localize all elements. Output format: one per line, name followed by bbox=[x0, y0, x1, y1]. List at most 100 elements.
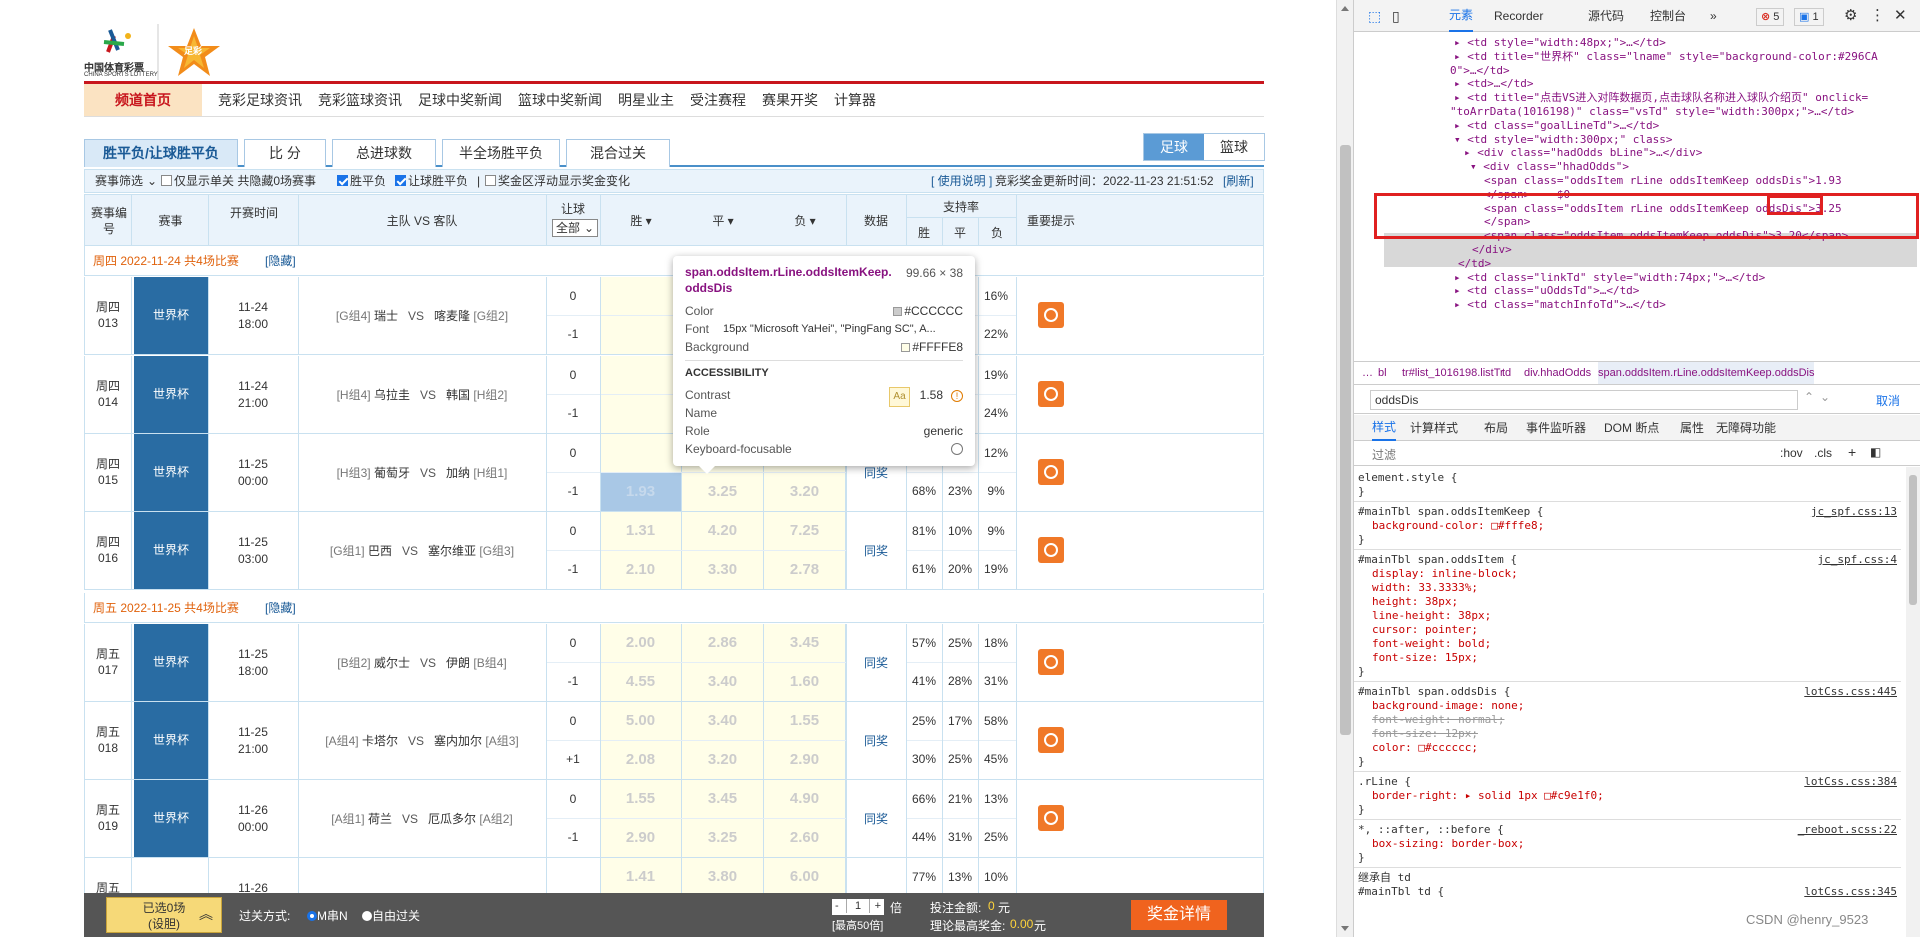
vs-label[interactable]: VS bbox=[402, 812, 418, 826]
css-rule-line[interactable]: background-image: none; bbox=[1372, 699, 1524, 713]
tab-elements[interactable]: 元素 bbox=[1449, 0, 1474, 32]
tip-icon[interactable] bbox=[1038, 805, 1064, 831]
cls-toggle[interactable]: .cls bbox=[1814, 446, 1832, 460]
css-source-link[interactable]: lotCss.css:384 bbox=[1804, 775, 1897, 789]
home-team[interactable]: 荷兰 bbox=[368, 812, 392, 826]
vs-label[interactable]: VS bbox=[420, 656, 436, 670]
rqspf-checkbox[interactable] bbox=[395, 175, 406, 186]
home-team[interactable]: 巴西 bbox=[368, 544, 392, 558]
nav-item[interactable]: 赛果开奖 bbox=[762, 84, 818, 116]
refresh-link[interactable]: [刷新] bbox=[1223, 170, 1254, 192]
teams[interactable]: [B组2] 威尔士 VS 伊朗 [B组4] bbox=[298, 654, 546, 671]
vs-label[interactable]: VS bbox=[402, 544, 418, 558]
away-team[interactable]: 加纳 bbox=[446, 466, 470, 480]
odds-cell[interactable] bbox=[600, 434, 682, 472]
float-option[interactable]: 奖金区浮动显示奖金变化 bbox=[485, 170, 630, 192]
sport-football-button[interactable]: 足球 bbox=[1144, 134, 1204, 160]
css-rule-line[interactable]: border-right: ▸ solid 1px □#c9e1f0; bbox=[1372, 789, 1604, 803]
css-rule-line[interactable]: display: inline-block; bbox=[1372, 567, 1518, 581]
vs-label[interactable]: VS bbox=[420, 388, 436, 402]
styles-subtab[interactable]: 计算样式 bbox=[1410, 415, 1458, 441]
teams[interactable]: [A组1] 荷兰 VS 厄瓜多尔 [A组2] bbox=[298, 810, 546, 827]
away-team[interactable]: 韩国 bbox=[446, 388, 470, 402]
multiple-input[interactable]: 1 bbox=[846, 899, 870, 913]
css-rule-line[interactable]: } bbox=[1358, 755, 1365, 769]
odds-cell[interactable]: 2.10 bbox=[600, 551, 682, 589]
tab-total-goals[interactable]: 总进球数 bbox=[332, 139, 436, 167]
odds-cell[interactable]: 3.40 bbox=[682, 702, 764, 740]
css-rule-line[interactable]: element.style { bbox=[1358, 471, 1457, 485]
handicap-select[interactable]: 全部 ⌄ bbox=[552, 219, 598, 237]
odds-cell[interactable]: 2.00 bbox=[600, 624, 682, 662]
odds-cell[interactable]: 4.55 bbox=[600, 663, 682, 701]
home-team[interactable]: 卡塔尔 bbox=[362, 734, 398, 748]
minus-button[interactable]: - bbox=[835, 899, 839, 913]
breadcrumb-item[interactable]: tr#list_1016198.listTr bbox=[1402, 362, 1504, 384]
data-link[interactable]: 同奖 bbox=[846, 464, 906, 481]
tab-half-full[interactable]: 半全场胜平负 bbox=[442, 139, 560, 167]
tab-console[interactable]: 控制台 bbox=[1650, 0, 1686, 32]
scroll-up-icon[interactable] bbox=[1341, 6, 1349, 11]
breadcrumb-item[interactable]: span.oddsItem.rLine.oddsItemKeep.oddsDis bbox=[1598, 362, 1815, 384]
odds-cell[interactable]: 3.30 bbox=[682, 551, 764, 589]
league-cell[interactable]: 世界杯 bbox=[134, 624, 208, 701]
filter-toggle-icon[interactable]: ⌄ bbox=[147, 170, 157, 192]
tip-icon[interactable] bbox=[1038, 302, 1064, 328]
odds-cell[interactable]: 1.31 bbox=[600, 512, 682, 550]
odds-cell[interactable]: 3.40 bbox=[682, 663, 764, 701]
css-rule-line[interactable]: box-sizing: border-box; bbox=[1372, 837, 1524, 851]
css-rule-line[interactable]: 继承自 td bbox=[1358, 871, 1411, 885]
css-rule-line[interactable]: .rLine { bbox=[1358, 775, 1411, 789]
styles-subtab[interactable]: 布局 bbox=[1484, 415, 1508, 441]
nav-item[interactable]: 竞彩篮球资讯 bbox=[318, 84, 402, 116]
free-option[interactable]: 自由过关 bbox=[362, 907, 420, 924]
odds-cell[interactable]: 3.45 bbox=[764, 624, 846, 662]
odds-cell[interactable]: 3.20 bbox=[682, 741, 764, 779]
tip-icon[interactable] bbox=[1038, 649, 1064, 675]
filter-input[interactable]: 过滤 bbox=[1372, 446, 1396, 463]
nav-item[interactable]: 竞彩足球资讯 bbox=[218, 84, 302, 116]
css-rule-line[interactable]: cursor: pointer; bbox=[1372, 623, 1478, 637]
styles-subtab[interactable]: 样式 bbox=[1372, 415, 1397, 441]
away-team[interactable]: 塞尔维亚 bbox=[428, 544, 476, 558]
search-input[interactable]: oddsDis bbox=[1370, 390, 1798, 410]
odds-cell[interactable]: 3.20 bbox=[764, 473, 846, 511]
css-rule-line[interactable]: #mainTbl span.oddsItem { bbox=[1358, 553, 1517, 567]
help-link[interactable]: [ 使用说明 ] bbox=[931, 170, 992, 192]
plus-button[interactable]: + bbox=[875, 899, 881, 913]
dom-line[interactable]: ▸ <td title="世界杯" class="lname" style="b… bbox=[1454, 49, 1878, 66]
css-rule-line[interactable]: #mainTbl td { bbox=[1358, 885, 1444, 899]
gear-icon[interactable]: ⚙ bbox=[1844, 0, 1857, 32]
league-cell[interactable]: 世界杯 bbox=[134, 702, 208, 779]
css-rule-line[interactable]: } bbox=[1358, 803, 1365, 817]
odds-cell[interactable]: 3.80 bbox=[682, 858, 764, 896]
search-up-icon[interactable]: ⌃ bbox=[1804, 390, 1814, 404]
home-team[interactable]: 威尔士 bbox=[374, 656, 410, 670]
logo[interactable]: 中国体育彩票 CHINA SPORTS LOTTERY 足彩 bbox=[84, 22, 224, 82]
col-win[interactable]: 胜 ▾ bbox=[600, 213, 682, 229]
hov-toggle[interactable]: :hov bbox=[1780, 446, 1803, 460]
odds-cell[interactable]: 2.78 bbox=[764, 551, 846, 589]
float-checkbox[interactable] bbox=[485, 175, 496, 186]
col-draw[interactable]: 平 ▾ bbox=[682, 213, 764, 229]
bonus-detail-button[interactable]: 奖金详情 bbox=[1131, 900, 1227, 930]
breadcrumb-item[interactable]: div.hhadOdds bbox=[1524, 362, 1591, 384]
styles-subtab[interactable]: DOM 断点 bbox=[1604, 415, 1659, 441]
breadcrumb-item[interactable]: … bbox=[1362, 362, 1373, 384]
css-rule-line[interactable]: } bbox=[1358, 851, 1365, 865]
away-team[interactable]: 塞内加尔 bbox=[434, 734, 482, 748]
rules-scrollbar[interactable] bbox=[1906, 467, 1920, 937]
message-badge[interactable]: ▣ 1 bbox=[1794, 8, 1824, 26]
rqspf-option[interactable]: 让球胜平负 bbox=[395, 170, 468, 192]
odds-cell[interactable]: 1.41 bbox=[600, 858, 682, 896]
odds-cell[interactable]: 1.55 bbox=[764, 702, 846, 740]
nav-item[interactable]: 频道首页 bbox=[84, 84, 202, 116]
cancel-button[interactable]: 取消 bbox=[1876, 392, 1900, 409]
sport-basketball-button[interactable]: 篮球 bbox=[1204, 134, 1264, 160]
data-link[interactable]: 同奖 bbox=[846, 732, 906, 749]
close-icon[interactable]: ✕ bbox=[1894, 0, 1907, 32]
hide-link[interactable]: [隐藏] bbox=[265, 246, 296, 276]
css-rule-line[interactable]: width: 33.3333%; bbox=[1372, 581, 1478, 595]
styles-subtab[interactable]: 无障碍功能 bbox=[1716, 415, 1776, 441]
scroll-thumb[interactable] bbox=[1340, 145, 1351, 735]
